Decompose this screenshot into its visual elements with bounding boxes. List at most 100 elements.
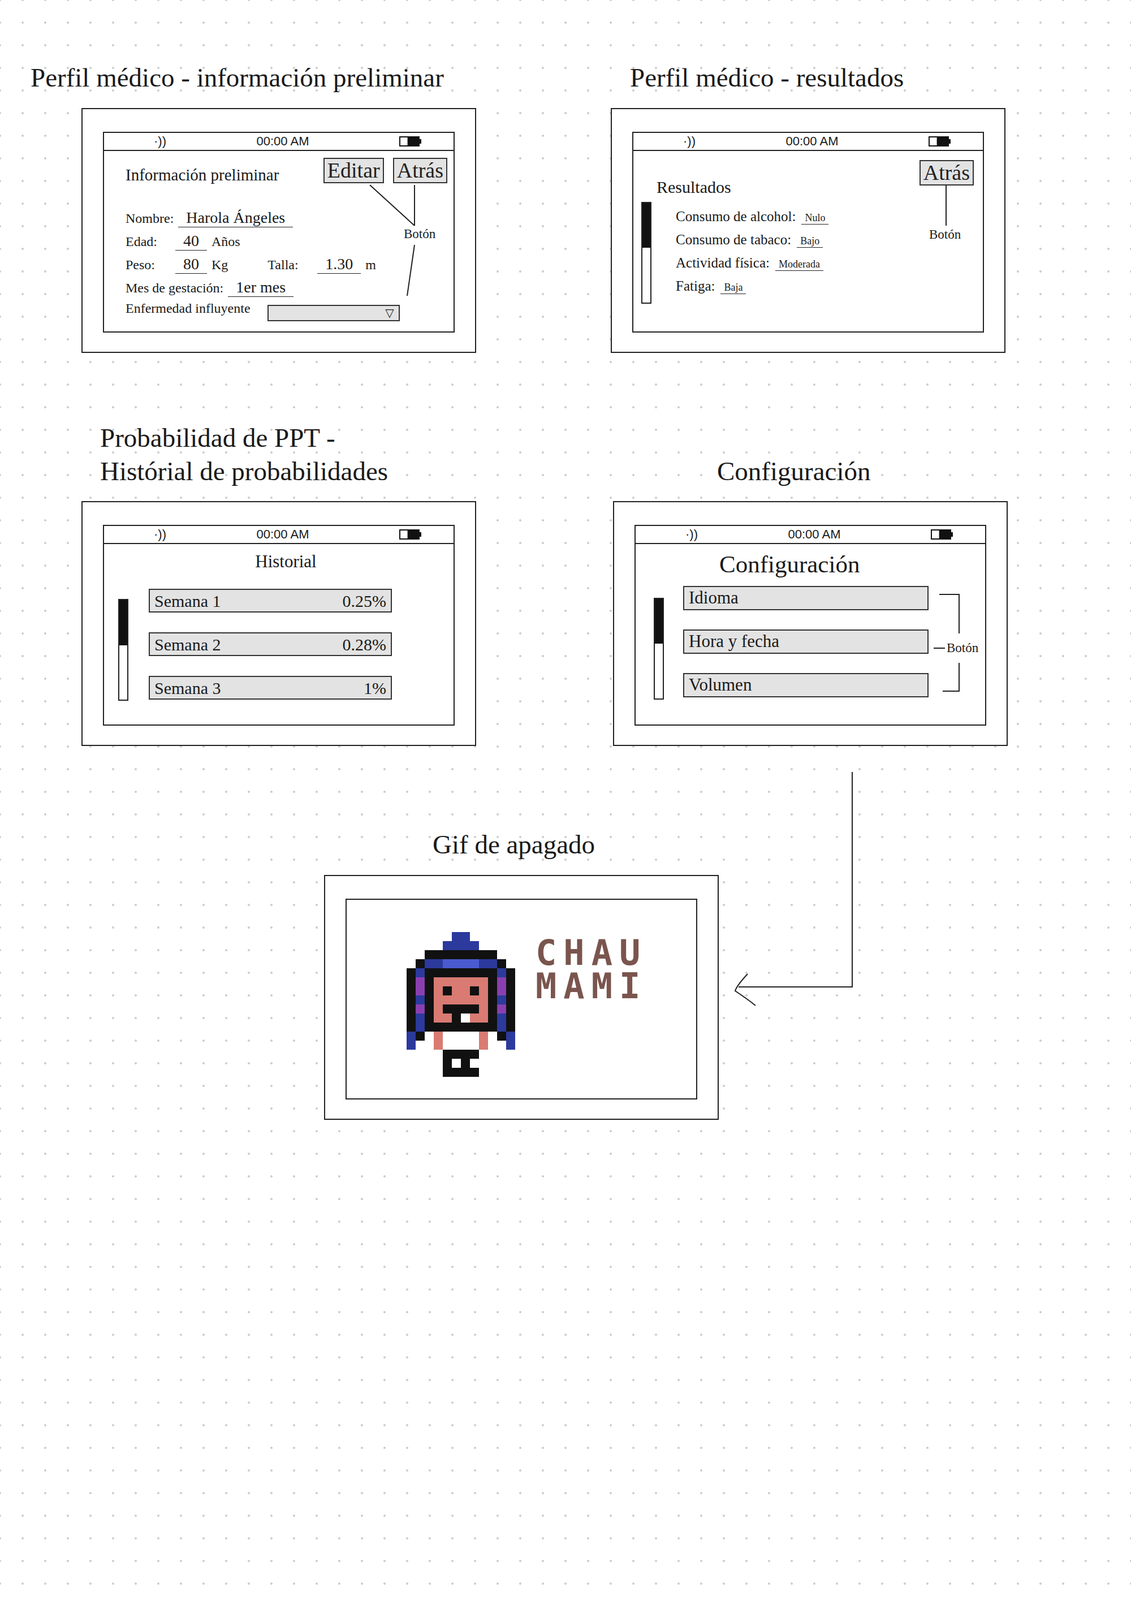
screen-body: Configuración Idioma Hora y fecha Volumen [635,544,986,725]
action-button[interactable]: Atrás [393,157,448,184]
screen-content: Consumo de alcohol:NuloConsumo de tabaco… [641,201,974,304]
section-heading: Gif de apagado [432,827,771,862]
screen-header: Información preliminarEditarAtrás [125,157,448,185]
goodbye-animation: CHAUMAMI [346,899,697,1077]
heading-line: Perfil médico - resultados [629,61,1013,95]
screen-content: Idioma Hora y fecha Volumen [653,585,986,700]
field-label: Nombre: [125,210,174,227]
scrollbar-thumb[interactable] [642,203,651,248]
result-label: Fatiga: [675,278,715,295]
probability-value: 0.28% [342,635,387,654]
device-screen: ·))00:00 AMHistorialSemana 10.25%Semana … [102,524,455,726]
annotation-label: Botón [929,227,961,241]
history-list: Semana 10.25% Semana 20.28% Semana 3 1% [148,588,392,700]
settings-list: Idioma Hora y fecha Volumen [683,585,929,698]
device-screen: ·))00:00 AMInformación preliminarEditarA… [102,131,455,333]
field-value[interactable]: 40 [175,232,207,251]
text-field: Nombre:Harola Ángeles [125,209,298,228]
screen-title: Historial [118,550,454,572]
field-unit: m [365,257,377,273]
section-heading: Configuración [717,454,1013,489]
result-item: Fatiga: Baja [675,278,829,302]
text-field: Peso:80Kg [125,255,228,274]
status-bar: ·))00:00 AM [104,525,454,545]
text-field: Talla:1.30m [267,255,377,274]
button-group: Editar Atrás [323,157,448,184]
result-list: Consumo de alcohol:NuloConsumo de tabaco… [675,201,829,302]
scrollbar[interactable] [653,597,664,700]
screen-body: HistorialSemana 10.25%Semana 20.28%Seman… [104,544,454,725]
device-screen: ·)) 00:00 AM Resultados Atrás Consumo de alc… [632,131,984,333]
mockup-row: Perfil médico - información preliminar ·)… [30,61,1101,353]
form-fields: Nombre:Harola ÁngelesEdad:40AñosPeso:80K… [125,206,448,323]
history-row[interactable]: Semana 20.28% [148,632,392,656]
history-row[interactable]: Semana 3 1% [148,675,392,700]
mockup-block: Gif de apagado CHAUMAMI [324,827,771,1120]
scrollbar[interactable] [641,201,652,304]
mockup-block: Configuración ·)) 00:00 AM Configuración Idi… [565,454,1013,747]
heading-line: Gif de apagado [432,827,771,862]
scrollbar-thumb[interactable] [654,598,663,644]
week-label: Semana 3 [154,678,221,698]
result-value: Baja [720,281,746,295]
settings-option[interactable]: Hora y fecha [683,629,929,654]
dropdown[interactable]: ▽ [267,304,400,322]
screen-body: Resultados Atrás Consumo de alcohol:NuloCo… [633,150,983,332]
field-label: Edad: [125,234,171,250]
section-heading: Probabilidad de PPT -Histórial de probab… [100,421,478,489]
battery-icon [928,136,952,147]
mockup-block: Perfil médico - resultados ·)) 00:00 AM Res… [565,61,1013,353]
flow-arrow-icon [0,0,1131,1600]
form-row: Edad:40Años [125,230,448,254]
device-frame: ·)) 00:00 AM Configuración Idioma Hora y fec… [613,501,1008,746]
form-row: Nombre:Harola Ángeles [125,206,448,231]
clock: 00:00 AM [788,528,841,541]
device-frame: ·))00:00 AMHistorialSemana 10.25%Semana … [81,501,477,746]
history-row[interactable]: Semana 10.25% [148,588,392,613]
result-item: Actividad física: Moderada [675,255,829,279]
mockup-row: Gif de apagado CHAUMAMI [30,827,1101,1120]
settings-option[interactable]: Volumen [683,672,929,698]
action-button[interactable]: Editar [323,157,384,184]
field-value[interactable]: 1er mes [227,278,294,297]
result-item: Consumo de alcohol:Nulo [675,208,829,232]
battery-icon [399,136,422,147]
screen-title: Resultados [641,177,732,198]
result-value: Moderada [775,258,824,271]
heading-line: Probabilidad de PPT - [100,421,478,455]
clock: 00:00 AM [256,528,310,541]
settings-option[interactable]: Idioma [683,585,929,611]
heading-line: Histórial de probabilidades [100,454,478,489]
field-unit: Kg [211,257,228,273]
option-label: Hora y fecha [688,631,780,651]
annotation-label: Botón [403,227,436,241]
signal-indicator: ·)) [685,528,698,541]
field-value[interactable]: 80 [175,255,207,274]
message-line: CHAU [535,936,647,970]
scrollbar-thumb[interactable] [119,599,128,645]
pixel-character-icon [397,931,525,1077]
screen-content: Semana 10.25% Semana 20.28% Semana 3 1% [118,588,454,701]
back-button[interactable]: Atrás [919,160,974,186]
battery-icon [930,529,954,540]
mockup-row: Probabilidad de PPT -Histórial de probab… [30,421,1101,747]
annotation-label: Botón [946,641,979,655]
result-label: Actividad física: [675,255,770,271]
option-label: Volumen [688,675,752,695]
field-label: Peso: [125,257,171,273]
signal-indicator: ·)) [683,135,696,148]
result-label: Consumo de alcohol: [675,208,796,225]
form-row: Peso:80Kg Talla:1.30m [125,253,448,277]
field-value[interactable]: Harola Ángeles [178,209,293,228]
field-label: Mes de gestación: [125,280,224,296]
field-value[interactable]: 1.30 [317,255,361,274]
form-row: Enfermedad influyente▽ [125,299,448,323]
screen-title: Configuración [653,549,986,580]
status-bar: ·))00:00 AM [104,132,454,151]
probability-value: 1% [363,678,387,698]
clock: 00:00 AM [786,135,839,148]
result-label: Consumo de tabaco: [675,231,792,248]
scrollbar[interactable] [118,598,129,701]
text-field: Mes de gestación:1er mes [125,278,299,297]
section-heading: Perfil médico - información preliminar [30,61,478,95]
